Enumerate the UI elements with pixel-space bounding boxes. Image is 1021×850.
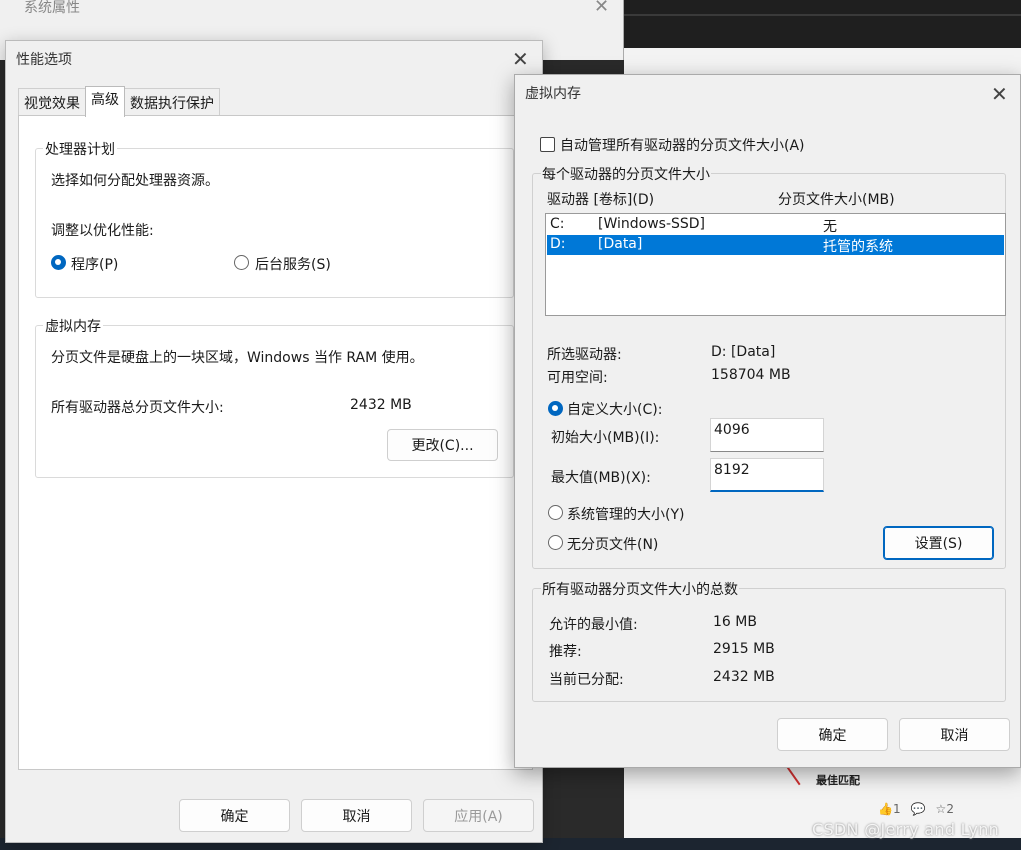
processor-scheduling-label: 处理器计划	[43, 139, 117, 159]
tab-visual-effects[interactable]: 视觉效果	[18, 88, 86, 117]
performance-options-dialog: 性能选项 ✕ 视觉效果 高级 数据执行保护 处理器计划 选择如何分配处理器资源。…	[5, 40, 543, 843]
min-allowed-label: 允许的最小值:	[549, 617, 638, 633]
virtual-memory-group: 虚拟内存 分页文件是硬盘上的一块区域，Windows 当作 RAM 使用。 所有…	[35, 316, 514, 478]
background-services-radio[interactable]	[234, 255, 249, 270]
programs-radio[interactable]	[51, 255, 66, 270]
initial-size-input[interactable]: 4096	[710, 418, 824, 452]
selected-drive-label: 所选驱动器:	[547, 347, 622, 363]
drive-label: [Windows-SSD]	[598, 216, 706, 232]
processor-description: 选择如何分配处理器资源。	[51, 173, 219, 189]
total-paging-label: 所有驱动器总分页文件大小:	[51, 400, 224, 416]
reaction-icons: 👍1 💬 ☆2	[878, 802, 954, 816]
system-managed-radio[interactable]	[548, 505, 563, 520]
system-properties-close-icon[interactable]: ✕	[594, 0, 609, 17]
initial-size-label: 初始大小(MB)(I):	[551, 430, 660, 446]
system-managed-label: 系统管理的大小(Y)	[567, 507, 685, 523]
total-paging-value: 2432 MB	[350, 397, 412, 413]
programs-label: 程序(P)	[71, 257, 119, 273]
drive-row-d[interactable]: D: [Data] 托管的系统	[547, 235, 1004, 255]
drive-size: 托管的系统	[823, 239, 893, 255]
current-allocated-label: 当前已分配:	[549, 672, 624, 688]
watermark: CSDN @Jerry and Lynn	[812, 820, 1000, 839]
tab-dep[interactable]: 数据执行保护	[124, 88, 220, 117]
current-allocated-value: 2432 MB	[713, 669, 775, 685]
cancel-button[interactable]: 取消	[301, 799, 412, 832]
background-dark-strip	[624, 0, 1021, 48]
virtual-memory-dialog: 虚拟内存 ✕ 自动管理所有驱动器的分页文件大小(A) 每个驱动器的分页文件大小 …	[514, 74, 1021, 768]
comment-icon[interactable]: 💬	[911, 802, 926, 816]
max-size-input[interactable]: 8192	[710, 458, 824, 492]
set-button[interactable]: 设置(S)	[883, 526, 994, 560]
drive-column-header: 驱动器 [卷标](D)	[547, 192, 655, 208]
tab-bar: 视觉效果 高级 数据执行保护	[18, 86, 220, 117]
no-paging-label: 无分页文件(N)	[567, 537, 659, 553]
drive-list[interactable]: C: [Windows-SSD] 无 D: [Data] 托管的系统	[545, 213, 1006, 316]
selected-drive-value: D: [Data]	[711, 344, 776, 360]
virtual-memory-label: 虚拟内存	[43, 316, 103, 336]
apply-button[interactable]: 应用(A)	[423, 799, 534, 832]
size-column-header: 分页文件大小(MB)	[778, 192, 895, 208]
drive-label: [Data]	[598, 236, 643, 252]
min-allowed-value: 16 MB	[713, 614, 757, 630]
virtual-memory-description: 分页文件是硬盘上的一块区域，Windows 当作 RAM 使用。	[51, 350, 424, 366]
performance-options-title: 性能选项	[16, 52, 72, 68]
best-match-label: 最佳匹配	[816, 774, 860, 787]
custom-size-label: 自定义大小(C):	[567, 402, 663, 418]
free-space-value: 158704 MB	[711, 367, 791, 383]
virtual-memory-close-icon[interactable]: ✕	[991, 82, 1008, 106]
max-size-label: 最大值(MB)(X):	[551, 470, 651, 486]
thumbs-up-icon[interactable]: 👍1	[878, 802, 901, 816]
system-properties-title: 系统属性	[24, 0, 80, 16]
drive-size: 无	[823, 219, 837, 235]
no-paging-radio[interactable]	[548, 535, 563, 550]
virtual-memory-title: 虚拟内存	[525, 86, 581, 102]
custom-size-radio[interactable]	[548, 401, 563, 416]
recommended-value: 2915 MB	[713, 641, 775, 657]
drive-letter: C:	[550, 216, 565, 232]
background-services-label: 后台服务(S)	[255, 257, 331, 273]
tab-advanced[interactable]: 高级	[85, 86, 125, 117]
per-drive-group-label: 每个驱动器的分页文件大小	[541, 164, 711, 184]
star-icon[interactable]: ☆2	[936, 802, 954, 816]
processor-scheduling-group: 处理器计划 选择如何分配处理器资源。 调整以优化性能: 程序(P) 后台服务(S…	[35, 139, 514, 298]
adjust-label: 调整以优化性能:	[51, 223, 154, 239]
change-button[interactable]: 更改(C)...	[387, 429, 498, 461]
drive-letter: D:	[550, 236, 566, 252]
free-space-label: 可用空间:	[547, 370, 608, 386]
auto-manage-checkbox[interactable]	[540, 137, 555, 152]
vm-cancel-button[interactable]: 取消	[899, 718, 1010, 751]
ok-button[interactable]: 确定	[179, 799, 290, 832]
recommended-label: 推荐:	[549, 644, 582, 660]
totals-group-label: 所有驱动器分页文件大小的总数	[541, 579, 739, 599]
drive-row-c[interactable]: C: [Windows-SSD] 无	[547, 215, 1004, 235]
performance-options-close-icon[interactable]: ✕	[512, 47, 529, 71]
auto-manage-label: 自动管理所有驱动器的分页文件大小(A)	[560, 138, 805, 154]
vm-ok-button[interactable]: 确定	[777, 718, 888, 751]
advanced-tab-panel: 处理器计划 选择如何分配处理器资源。 调整以优化性能: 程序(P) 后台服务(S…	[18, 115, 533, 770]
